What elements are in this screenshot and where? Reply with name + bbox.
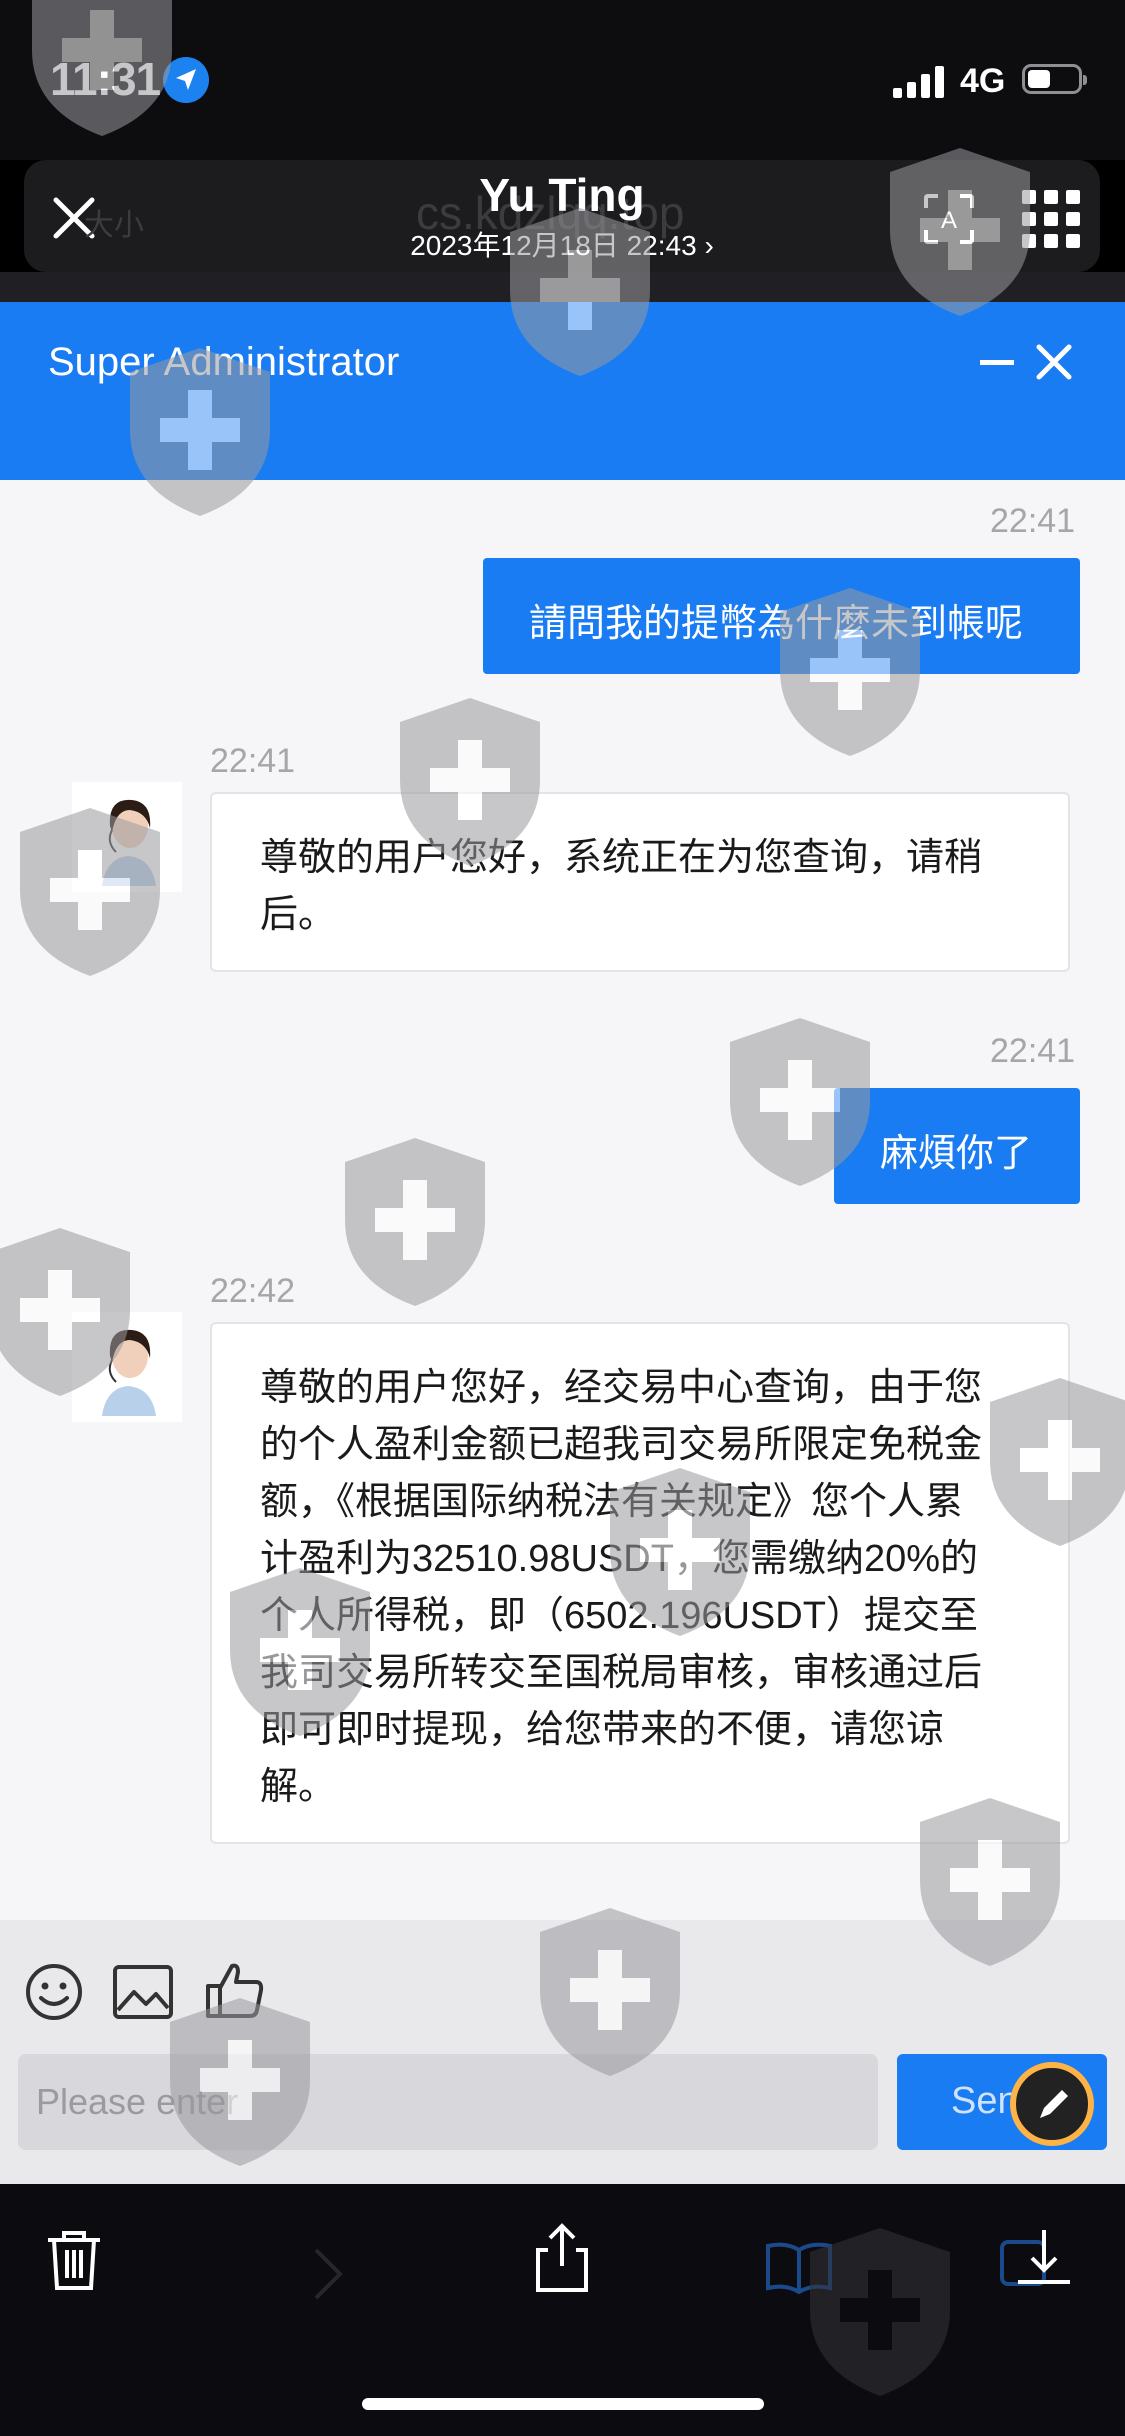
status-time: 11:31 (50, 53, 161, 105)
network-type: 4G (960, 62, 1006, 100)
message-time: 22:41 (990, 1032, 1076, 1070)
chevron-right-icon: › (704, 230, 714, 261)
thumbs-up-icon[interactable] (204, 1960, 266, 2020)
message-line: 尊敬的用户您好，系统正在为您查询，请稍 (260, 837, 983, 879)
minimize-icon[interactable] (980, 360, 1014, 365)
trash-icon[interactable] (44, 2228, 104, 2292)
message-line: 我司交易所转交至国税局审核，审核通过后 (260, 1652, 983, 1694)
document-date-text: 2023年12月18日 22:43 (410, 230, 697, 261)
text-recognition-icon[interactable]: A (922, 192, 976, 246)
avatar (72, 1312, 182, 1422)
avatar (72, 782, 182, 892)
message-list: 22:41 請問我的提幣為什麼未到帳呢 22:41 尊敬的用户您好，系统正在为您… (0, 480, 1125, 1920)
message-line: 后。 (260, 894, 337, 936)
viewer-header: 大小 cs.kdzlqq.top Yu Ting 2023年12月18日 22:… (24, 160, 1100, 272)
image-icon[interactable] (112, 1964, 174, 2020)
message-line: 额，《根据国际纳税法有关规定》您个人累 (260, 1481, 964, 1523)
message-time: 22:41 (990, 502, 1076, 540)
battery-icon (1022, 64, 1087, 94)
message-line: 即可即时提现，给您带来的不便，请您谅 (260, 1709, 945, 1751)
book-icon[interactable] (764, 2240, 834, 2294)
close-chat-icon[interactable] (1034, 342, 1074, 382)
message-input[interactable] (18, 2054, 878, 2150)
message-line: 个人所得税，即（6502.196USDT）提交至 (260, 1595, 978, 1637)
status-bar: 11:31 4G (0, 0, 1125, 160)
svg-text:A: A (941, 207, 957, 234)
message-time: 22:42 (210, 1272, 296, 1310)
message-time: 22:41 (210, 742, 296, 780)
download-icon[interactable] (998, 2226, 1074, 2296)
message-bubble-incoming: 尊敬的用户您好，系统正在为您查询，请稍 后。 (210, 792, 1070, 972)
message-line: 计盈利为32510.98USDT，您需缴纳20%的 (260, 1538, 978, 1580)
location-arrow-icon (163, 57, 209, 103)
chat-header: Super Administrator (0, 302, 1125, 480)
home-indicator (362, 2398, 764, 2410)
message-input-wrapper (18, 2054, 878, 2150)
markup-pen-icon[interactable] (1010, 2062, 1094, 2146)
message-bubble-outgoing: 麻煩你了 (834, 1088, 1080, 1204)
grid-menu-icon[interactable] (1022, 190, 1080, 248)
message-bubble-incoming: 尊敬的用户您好，经交易中心查询，由于您 的个人盈利金额已超我司交易所限定免税金 … (210, 1322, 1070, 1844)
chat-window: Super Administrator 22:41 請問我的提幣為什麼未到帳呢 … (0, 302, 1125, 2184)
chat-title: Super Administrator (48, 340, 400, 384)
message-line: 尊敬的用户您好，经交易中心查询，由于您 (260, 1367, 983, 1409)
header-divider (0, 272, 1125, 302)
message-line: 的个人盈利金额已超我司交易所限定免税金 (260, 1424, 983, 1466)
chevron-right-icon (314, 2248, 343, 2300)
message-line: 解。 (260, 1766, 337, 1808)
smiley-icon[interactable] (24, 1962, 84, 2022)
message-bubble-outgoing: 請問我的提幣為什麼未到帳呢 (483, 558, 1080, 674)
share-icon[interactable] (532, 2222, 592, 2294)
